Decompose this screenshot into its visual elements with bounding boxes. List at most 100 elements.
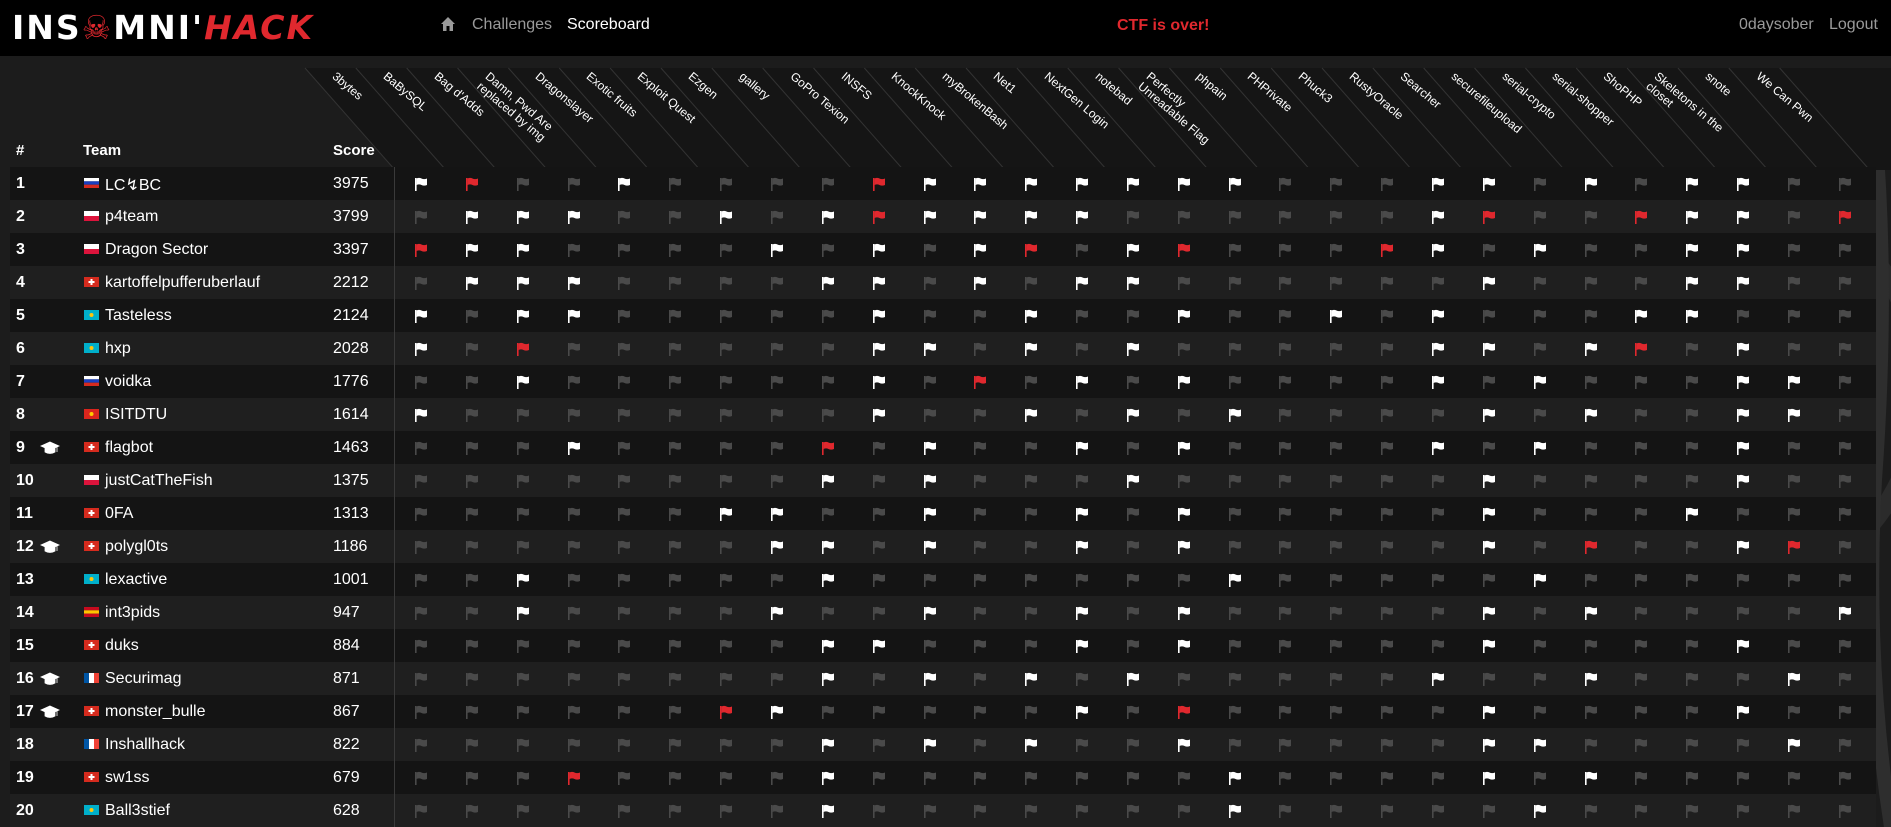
unsolved-flag-icon xyxy=(1686,474,1699,488)
solved-flag-icon xyxy=(1177,738,1190,752)
unsolved-flag-icon xyxy=(720,309,733,323)
country-flag-icon xyxy=(84,739,99,749)
unsolved-flag-icon xyxy=(1279,672,1292,686)
team-name-link[interactable]: hxp xyxy=(105,340,131,358)
solved-flag-icon xyxy=(516,276,529,290)
unsolved-flag-icon xyxy=(974,342,987,356)
team-name-link[interactable]: 0FA xyxy=(105,505,133,523)
score-cell: 3397 xyxy=(333,241,369,258)
solved-flag-icon xyxy=(1025,309,1038,323)
unsolved-flag-icon xyxy=(1126,804,1139,818)
unsolved-flag-icon xyxy=(1279,177,1292,191)
unsolved-flag-icon xyxy=(465,540,478,554)
unsolved-flag-icon xyxy=(669,672,682,686)
unsolved-flag-icon xyxy=(465,705,478,719)
team-name-link[interactable]: duks xyxy=(105,637,139,655)
unsolved-flag-icon xyxy=(669,639,682,653)
nav-scoreboard-link[interactable]: Scoreboard xyxy=(567,16,650,34)
unsolved-flag-icon xyxy=(1279,804,1292,818)
team-name-link[interactable]: Inshallhack xyxy=(105,736,185,754)
team-name-link[interactable]: Tasteless xyxy=(105,307,172,325)
solved-flag-icon xyxy=(1584,606,1597,620)
unsolved-flag-icon xyxy=(1838,738,1851,752)
solved-flag-icon xyxy=(1432,177,1444,191)
team-name-link[interactable]: int3pids xyxy=(105,604,160,622)
unsolved-flag-icon xyxy=(1533,408,1546,422)
unsolved-flag-icon xyxy=(1838,705,1851,719)
unsolved-flag-icon xyxy=(1482,441,1495,455)
nav-logout-link[interactable]: Logout xyxy=(1829,16,1878,34)
unsolved-flag-icon xyxy=(1177,210,1190,224)
insomnihack-logo[interactable]: INS☠MNI'HACK xyxy=(12,10,314,46)
team-name-link[interactable]: sw1ss xyxy=(105,769,149,787)
rank-cell: 15 xyxy=(16,637,34,654)
solved-flag-icon xyxy=(415,309,427,323)
table-row: 20 Ball3stief 628 xyxy=(10,794,1876,827)
team-name-link[interactable]: kartoffelpufferuberlauf xyxy=(105,274,260,292)
team-name-link[interactable]: Securimag xyxy=(105,670,181,688)
unsolved-flag-icon xyxy=(1432,738,1444,752)
country-flag-icon xyxy=(84,508,99,518)
unsolved-flag-icon xyxy=(415,210,427,224)
nav-user-link[interactable]: 0daysober xyxy=(1739,16,1814,34)
rank-cell: 1 xyxy=(16,175,25,192)
table-row: 16 Securimag 871 xyxy=(10,662,1876,695)
unsolved-flag-icon xyxy=(1787,606,1800,620)
unsolved-flag-icon xyxy=(1482,804,1495,818)
rank-cell: 20 xyxy=(16,802,34,819)
unsolved-flag-icon xyxy=(1228,606,1241,620)
team-name-link[interactable]: Dragon Sector xyxy=(105,241,208,259)
home-icon[interactable] xyxy=(440,16,456,32)
solved-flag-icon xyxy=(1432,342,1444,356)
unsolved-flag-icon xyxy=(669,309,682,323)
team-name-link[interactable]: Ball3stief xyxy=(105,802,170,820)
unsolved-flag-icon xyxy=(1635,573,1648,587)
unsolved-flag-icon xyxy=(923,375,936,389)
rank-cell: 13 xyxy=(16,571,34,588)
unsolved-flag-icon xyxy=(1838,309,1851,323)
rank-cell: 7 xyxy=(16,373,25,390)
unsolved-flag-icon xyxy=(770,177,783,191)
team-name-link[interactable]: justCatTheFish xyxy=(105,472,213,490)
unsolved-flag-icon xyxy=(1838,276,1851,290)
unsolved-flag-icon xyxy=(1025,507,1038,521)
nav-challenges-link[interactable]: Challenges xyxy=(472,16,552,34)
team-name-link[interactable]: ISITDTU xyxy=(105,406,167,424)
unsolved-flag-icon xyxy=(974,474,987,488)
unsolved-flag-icon xyxy=(1279,408,1292,422)
team-name-link[interactable]: flagbot xyxy=(105,439,153,457)
unsolved-flag-icon xyxy=(770,474,783,488)
team-name-link[interactable]: monster_bulle xyxy=(105,703,206,721)
logo-text-red: HACK xyxy=(204,8,315,47)
solved-flag-icon xyxy=(821,540,834,554)
solved-flag-icon xyxy=(1126,474,1139,488)
country-flag-icon xyxy=(84,442,99,452)
unsolved-flag-icon xyxy=(618,210,631,224)
unsolved-flag-icon xyxy=(872,507,885,521)
unsolved-flag-icon xyxy=(1787,243,1800,257)
solved-flag-icon xyxy=(567,309,580,323)
team-name-link[interactable]: LC↯BC xyxy=(105,175,161,195)
solved-flag-icon xyxy=(1482,276,1495,290)
unsolved-flag-icon xyxy=(618,573,631,587)
unsolved-flag-icon xyxy=(1076,672,1089,686)
unsolved-flag-icon xyxy=(1787,441,1800,455)
unsolved-flag-icon xyxy=(1228,342,1241,356)
team-name-link[interactable]: p4team xyxy=(105,208,158,226)
unsolved-flag-icon xyxy=(872,705,885,719)
unsolved-flag-icon xyxy=(1279,573,1292,587)
solved-flag-icon xyxy=(1076,441,1089,455)
team-name-link[interactable]: polygl0ts xyxy=(105,538,168,556)
team-name-link[interactable]: lexactive xyxy=(105,571,167,589)
solved-flag-icon xyxy=(1076,639,1089,653)
table-row: 5 Tasteless 2124 xyxy=(10,299,1876,332)
unsolved-flag-icon xyxy=(1787,210,1800,224)
team-name-link[interactable]: voidka xyxy=(105,373,151,391)
unsolved-flag-icon xyxy=(1838,342,1851,356)
unsolved-flag-icon xyxy=(770,639,783,653)
unsolved-flag-icon xyxy=(1482,309,1495,323)
score-cell: 3975 xyxy=(333,175,369,192)
unsolved-flag-icon xyxy=(1381,738,1394,752)
unsolved-flag-icon xyxy=(1126,738,1139,752)
unsolved-flag-icon xyxy=(1432,705,1444,719)
